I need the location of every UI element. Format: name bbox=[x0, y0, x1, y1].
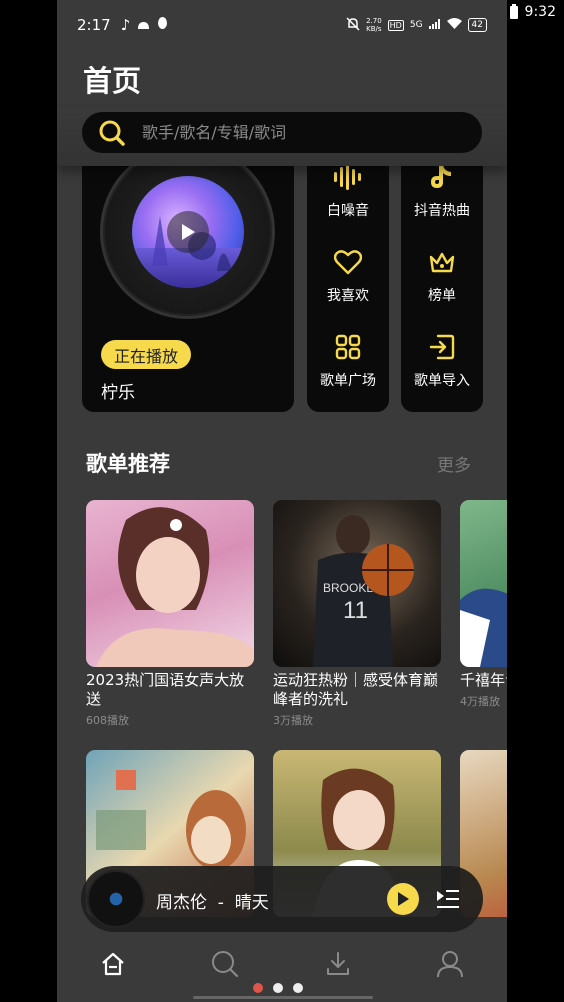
status-time: 2:17 bbox=[77, 16, 111, 34]
status-bar: 2:17 ♪ 2.70 KB/s HD 5G 42 bbox=[57, 0, 507, 50]
playlist-card[interactable]: 2023热门国语女声大放送 608播放 bbox=[86, 500, 254, 728]
shortcut-label: 我喜欢 bbox=[327, 288, 369, 304]
home-icon bbox=[100, 951, 126, 981]
nav-download[interactable] bbox=[322, 950, 354, 982]
svg-text:11: 11 bbox=[343, 597, 368, 624]
shortcut-playlist-import[interactable]: 歌单导入 bbox=[401, 332, 483, 402]
download-icon bbox=[325, 951, 351, 981]
heart-icon bbox=[333, 247, 363, 277]
now-playing-badge: 正在播放 bbox=[101, 340, 192, 369]
grid-icon bbox=[333, 332, 363, 362]
mute-icon bbox=[346, 16, 360, 34]
playlist-cover: BROOKLYN 11 bbox=[273, 500, 441, 667]
playlist-title: 2023热门国语女声大放送 bbox=[86, 671, 245, 708]
page-title: 首页 bbox=[83, 64, 142, 98]
speed-unit: KB/s bbox=[366, 25, 382, 33]
playlist-title: 千禧年青春时 bbox=[460, 671, 507, 689]
nav-home[interactable] bbox=[97, 950, 129, 982]
play-icon[interactable] bbox=[167, 211, 209, 253]
tiktok-icon bbox=[427, 162, 457, 192]
search-icon bbox=[98, 119, 126, 147]
nav-search[interactable] bbox=[209, 950, 241, 982]
gesture-bar bbox=[193, 996, 373, 999]
app-root: 9:32 2:17 ♪ 2.70 KB/s HD 5G 42 首页 正在播放 柠… bbox=[0, 0, 564, 1002]
current-song-title: 柠乐 bbox=[101, 383, 135, 403]
playlist-plays: 4万播放 bbox=[460, 695, 500, 708]
vinyl-record bbox=[100, 150, 275, 319]
mini-player-song: 周杰伦 - 晴天 bbox=[156, 893, 269, 913]
outer-system-bar: 9:32 bbox=[468, 0, 564, 1002]
hd-badge: HD bbox=[387, 19, 404, 31]
phone-screen: 2:17 ♪ 2.70 KB/s HD 5G 42 首页 正在播放 柠乐 白噪音… bbox=[57, 0, 507, 1002]
nav-profile[interactable] bbox=[434, 950, 466, 982]
playlist-plays: 3万播放 bbox=[273, 714, 313, 727]
shortcut-column-2: 抖音热曲 榜单 歌单导入 bbox=[401, 150, 483, 412]
search-input[interactable] bbox=[142, 123, 442, 142]
battery-icon bbox=[509, 4, 519, 20]
shortcut-favorites[interactable]: 我喜欢 bbox=[307, 247, 389, 317]
shortcut-label: 抖音热曲 bbox=[414, 203, 470, 219]
playlist-plays: 608播放 bbox=[86, 714, 129, 727]
page-indicator bbox=[253, 983, 303, 993]
network-type: 5G bbox=[409, 20, 423, 30]
album-cover bbox=[132, 176, 244, 288]
play-button[interactable] bbox=[387, 883, 419, 915]
page-dot bbox=[273, 983, 283, 993]
now-playing-card[interactable]: 正在播放 柠乐 bbox=[82, 150, 294, 412]
playlist-title: 运动狂热粉｜感受体育巅峰者的洗礼 bbox=[273, 671, 439, 708]
search-nav-icon bbox=[211, 950, 239, 982]
qq-icon bbox=[157, 16, 168, 34]
shortcut-white-noise[interactable]: 白噪音 bbox=[307, 162, 389, 232]
bottom-navigation bbox=[57, 932, 507, 1002]
network-speed: 2.70 KB/s bbox=[366, 17, 382, 33]
import-icon bbox=[427, 332, 457, 362]
outer-time: 9:32 bbox=[524, 4, 556, 20]
search-header bbox=[57, 108, 507, 166]
shortcut-charts[interactable]: 榜单 bbox=[401, 247, 483, 317]
battery-level: 42 bbox=[467, 18, 487, 32]
playlist-card[interactable]: 千禧年青春时 4万播放 bbox=[460, 500, 507, 709]
mini-player[interactable]: 周杰伦 - 晴天 bbox=[81, 866, 483, 932]
playlist-card[interactable]: BROOKLYN 11 运动狂热粉｜感受体育巅峰者的洗礼 3万播放 bbox=[273, 500, 441, 728]
user-icon bbox=[436, 950, 464, 982]
shortcut-label: 歌单广场 bbox=[320, 373, 376, 389]
playlist-queue-icon[interactable] bbox=[435, 886, 461, 912]
page-dot bbox=[293, 983, 303, 993]
search-bar[interactable] bbox=[82, 112, 482, 153]
android-icon bbox=[137, 16, 150, 34]
crown-icon bbox=[427, 247, 457, 277]
waveform-icon bbox=[333, 162, 363, 192]
shortcut-label: 白噪音 bbox=[327, 203, 369, 219]
shortcut-label: 歌单导入 bbox=[414, 373, 470, 389]
music-note-icon: ♪ bbox=[120, 16, 131, 34]
shortcut-playlist-square[interactable]: 歌单广场 bbox=[307, 332, 389, 402]
playlist-cover bbox=[460, 500, 507, 667]
wifi-status-icon bbox=[446, 18, 462, 32]
playlist-cover bbox=[86, 500, 254, 667]
shortcut-label: 榜单 bbox=[428, 288, 456, 304]
cell-signal-icon bbox=[428, 18, 441, 32]
shortcut-column-1: 白噪音 我喜欢 歌单广场 bbox=[307, 150, 389, 412]
more-link[interactable]: 更多 bbox=[437, 451, 471, 476]
section-title: 歌单推荐 bbox=[86, 452, 170, 476]
page-dot-active bbox=[253, 983, 263, 993]
mini-disc bbox=[87, 870, 145, 928]
shortcut-tiktok-hits[interactable]: 抖音热曲 bbox=[401, 162, 483, 232]
speed-value: 2.70 bbox=[366, 17, 382, 25]
